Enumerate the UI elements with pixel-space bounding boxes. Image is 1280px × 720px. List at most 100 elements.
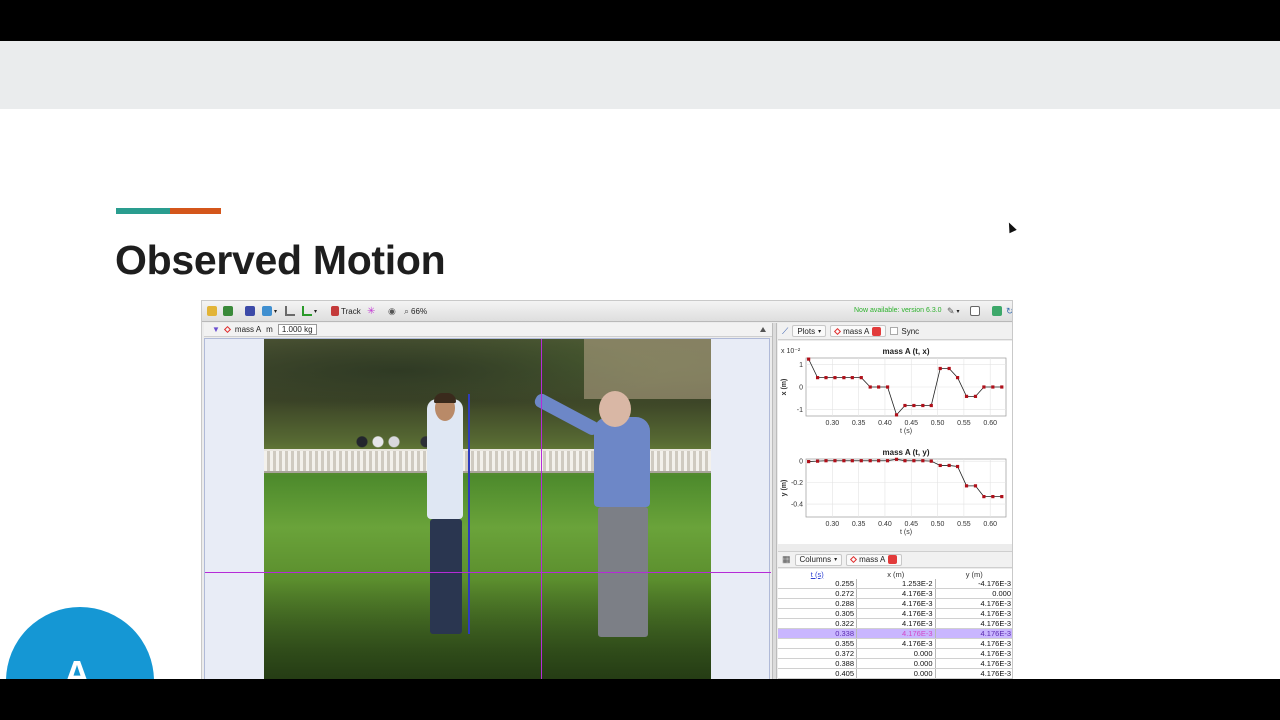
plots-toolbar: ⟋ Plots ▾ mass A Sync xyxy=(778,323,1012,340)
visibility-button[interactable]: ◉ xyxy=(388,305,396,317)
table-row[interactable]: 0.338 4.176E-3 4.176E-3 xyxy=(778,628,1012,639)
open-button[interactable] xyxy=(207,305,217,317)
cell-y[interactable]: 4.176E-3 xyxy=(935,668,1012,679)
cell-x[interactable]: 0.000 xyxy=(856,648,936,659)
track-name[interactable]: mass A xyxy=(235,325,261,334)
cell-y[interactable]: 4.176E-3 xyxy=(935,598,1012,609)
table-row[interactable]: 0.355 4.176E-3 4.176E-3 xyxy=(778,638,1012,649)
cell-t[interactable]: 0.288 xyxy=(778,598,857,609)
cell-y[interactable]: 4.176E-3 xyxy=(935,618,1012,629)
video-frame[interactable] xyxy=(264,339,711,679)
calibration-button[interactable]: ▾ xyxy=(262,305,277,317)
cell-x[interactable]: 0.000 xyxy=(856,658,936,669)
data-point xyxy=(938,366,942,371)
cell-x[interactable]: 4.176E-3 xyxy=(856,608,936,619)
letterbox-top xyxy=(0,0,1280,41)
save-button[interactable] xyxy=(223,305,233,317)
coordinate-axis-x[interactable] xyxy=(205,572,771,573)
y-axis-label: y (m) xyxy=(781,480,788,497)
cell-x[interactable]: 4.176E-3 xyxy=(856,638,936,649)
cell-x[interactable]: 1.253E-2 xyxy=(856,579,936,589)
cell-t[interactable]: 0.255 xyxy=(778,579,857,589)
x-tick-label: 0.35 xyxy=(852,420,866,427)
cell-t[interactable]: 0.405 xyxy=(778,668,857,679)
cell-x[interactable]: 0.000 xyxy=(856,668,936,679)
cell-t[interactable]: 0.305 xyxy=(778,608,857,619)
cell-x[interactable]: 4.176E-3 xyxy=(856,618,936,629)
plots-area[interactable]: mass A (t, x) 0.30 0.35 0.40 0.45 0.50 0.55 0.6… xyxy=(778,341,1012,544)
x-tick-label: 0.55 xyxy=(957,521,971,528)
column-header-x[interactable]: x (m) xyxy=(857,569,936,579)
table-row[interactable]: 0.305 4.176E-3 4.176E-3 xyxy=(778,608,1012,619)
track-menu-icon[interactable]: ▼ xyxy=(212,325,220,334)
person-left-legs xyxy=(430,519,462,634)
update-notice[interactable]: Now available: version 6.3.0 xyxy=(854,307,942,314)
x-tick-label: 0.30 xyxy=(826,521,840,528)
track-control-bar: ▼ mass A m 1.000 kg xyxy=(204,323,774,337)
mass-field[interactable]: 1.000 kg xyxy=(277,324,317,335)
edit-button[interactable]: ✎ ▾ xyxy=(947,305,960,317)
panel-splitter[interactable] xyxy=(772,323,777,679)
data-point xyxy=(877,459,881,463)
grid-button[interactable] xyxy=(992,305,1002,317)
cell-x[interactable]: 4.176E-3 xyxy=(856,598,936,609)
data-table[interactable]: t (s) x (m) y (m) 0.255 1.253E-2 -4.176E-3… xyxy=(778,569,1012,679)
cell-y[interactable]: 0.000 xyxy=(935,588,1012,599)
x-tick-label: 0.45 xyxy=(904,521,918,528)
table-row[interactable]: 0.288 4.176E-3 4.176E-3 xyxy=(778,598,1012,609)
cell-t[interactable]: 0.272 xyxy=(778,588,857,599)
cell-t[interactable]: 0.355 xyxy=(778,638,857,649)
x-tick-label: 0.60 xyxy=(983,521,997,528)
table-track-selector[interactable]: mass A xyxy=(846,553,903,566)
refresh-button[interactable]: ↻ xyxy=(1006,305,1012,317)
cell-y[interactable]: 4.176E-3 xyxy=(935,648,1012,659)
cell-x[interactable]: 4.176E-3 xyxy=(856,628,936,639)
data-point xyxy=(833,459,837,463)
plots-menu-button[interactable]: Plots ▾ xyxy=(792,325,827,337)
table-row[interactable]: 0.272 4.176E-3 0.000 xyxy=(778,588,1012,599)
track-trail[interactable] xyxy=(468,394,470,634)
column-header-y[interactable]: y (m) xyxy=(935,569,1012,579)
plot-track-name: mass A xyxy=(843,326,870,336)
axes-button[interactable] xyxy=(285,305,295,317)
table-row[interactable]: 0.372 0.000 4.176E-3 xyxy=(778,648,1012,659)
track-button[interactable]: Track xyxy=(331,305,361,317)
table-row[interactable]: 0.322 4.176E-3 4.176E-3 xyxy=(778,618,1012,629)
data-point xyxy=(885,459,890,463)
video-panel[interactable] xyxy=(204,338,771,679)
table-row[interactable]: 0.405 0.000 4.176E-3 xyxy=(778,668,1012,679)
cell-y[interactable]: 4.176E-3 xyxy=(935,608,1012,619)
cell-t[interactable]: 0.388 xyxy=(778,658,857,669)
sync-toggle[interactable]: Sync xyxy=(890,327,919,336)
coordinate-axis-y[interactable] xyxy=(541,339,542,679)
table-row[interactable]: 0.388 0.000 4.176E-3 xyxy=(778,658,1012,669)
table-row[interactable]: 0.255 1.253E-2 -4.176E-3 xyxy=(778,579,1012,589)
cell-t[interactable]: 0.338 xyxy=(778,628,857,639)
cell-t[interactable]: 0.372 xyxy=(778,648,857,659)
cell-y[interactable]: 4.176E-3 xyxy=(935,638,1012,649)
zoom-button[interactable]: ⌕ 66% xyxy=(404,305,427,317)
clip-settings-button[interactable] xyxy=(245,305,255,317)
data-point xyxy=(973,394,978,398)
data-point xyxy=(1000,385,1004,389)
letterbox-bottom xyxy=(0,679,1280,720)
cell-y[interactable]: 4.176E-3 xyxy=(935,628,1012,639)
columns-menu-button[interactable]: Columns ▾ xyxy=(794,553,843,566)
table-toolbar: ▦ Columns ▾ mass A xyxy=(778,551,1012,568)
notes-button[interactable] xyxy=(970,305,980,317)
cell-y[interactable]: -4.176E-3 xyxy=(935,579,1012,589)
collapse-arrow-icon[interactable] xyxy=(760,327,766,332)
cell-t[interactable]: 0.322 xyxy=(778,618,857,629)
autotracker-button[interactable]: ✳ xyxy=(367,305,375,317)
y-tick-label: 0 xyxy=(799,459,803,466)
folder-icon xyxy=(207,306,217,316)
measuring-tools-button[interactable]: ▾ xyxy=(302,305,317,317)
plot-track-selector[interactable]: mass A xyxy=(830,325,887,337)
presentation-slide: Observed Motion A ▾ ▾ Track ✳ ◉ ⌕ 66% Now… xyxy=(0,41,1280,679)
cell-x[interactable]: 4.176E-3 xyxy=(856,588,936,599)
x-tick-label: 0.45 xyxy=(904,420,918,427)
column-header-t[interactable]: t (s) xyxy=(778,569,857,579)
plot-title: mass A (t, x) xyxy=(883,347,930,356)
sync-checkbox[interactable] xyxy=(890,327,899,335)
cell-y[interactable]: 4.176E-3 xyxy=(935,658,1012,669)
